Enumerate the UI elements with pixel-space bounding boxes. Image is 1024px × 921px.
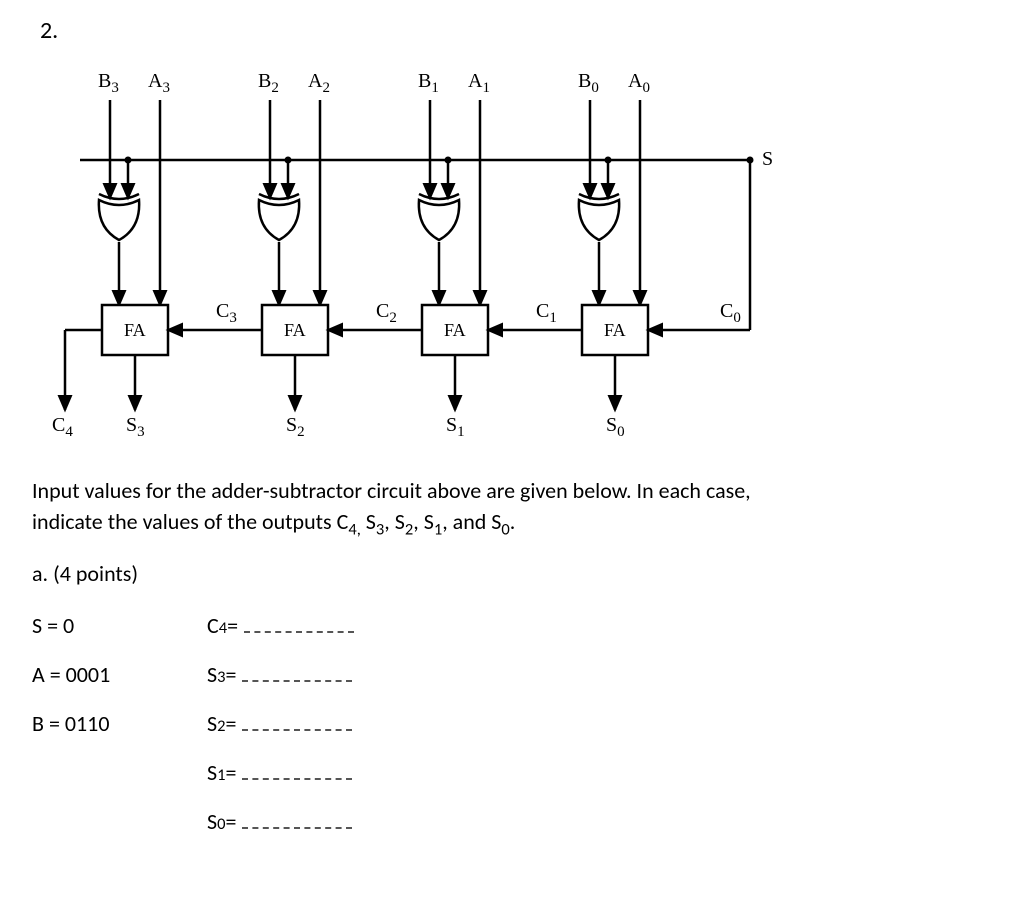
blank-c4[interactable]	[244, 617, 354, 633]
input-b: B = 0110	[32, 710, 162, 737]
fa-label-2: FA	[284, 320, 306, 341]
label-B3: B3	[98, 70, 119, 97]
label-C3: C3	[216, 300, 237, 327]
label-S1-out: S1	[446, 414, 465, 441]
part-a-heading: a. (4 points)	[32, 560, 138, 587]
label-C2: C2	[376, 300, 397, 327]
input-s: S = 0	[32, 612, 162, 639]
output-s3: S3 =	[207, 661, 354, 688]
label-A1: A1	[468, 70, 490, 97]
output-c4: C4 =	[207, 612, 354, 639]
label-A3: A3	[148, 70, 170, 97]
input-values: S = 0 A = 0001 B = 0110	[32, 612, 162, 835]
output-s1: S1 =	[207, 759, 354, 786]
output-s0: S0 =	[207, 808, 354, 835]
blank-s0[interactable]	[242, 813, 352, 829]
fa-label-0: FA	[604, 320, 626, 341]
label-S: S	[762, 148, 773, 171]
output-s2: S2 =	[207, 710, 354, 737]
instruction-text: Input values for the adder-subtractor ci…	[32, 476, 902, 541]
label-B1: B1	[418, 70, 439, 97]
label-S2-out: S2	[286, 414, 305, 441]
label-A0: A0	[628, 70, 650, 97]
fa-label-3: FA	[124, 320, 146, 341]
label-S0-out: S0	[606, 414, 625, 441]
label-A2: A2	[308, 70, 330, 97]
input-a: A = 0001	[32, 661, 162, 688]
label-C4-out: C4	[52, 414, 73, 441]
question-number: 2.	[40, 16, 58, 45]
blank-s2[interactable]	[242, 715, 352, 731]
blank-s3[interactable]	[242, 666, 352, 682]
label-C1: C1	[536, 300, 557, 327]
label-B2: B2	[258, 70, 279, 97]
output-blanks: C4 = S3 = S2 = S1 = S0 =	[207, 612, 354, 835]
label-S3-out: S3	[126, 414, 145, 441]
label-C0: C0	[720, 300, 741, 327]
blank-s1[interactable]	[242, 764, 352, 780]
label-B0: B0	[578, 70, 599, 97]
fa-label-1: FA	[444, 320, 466, 341]
circuit-diagram: B3 A3 B2 A2 B1 A1 B0 A0 S FA FA FA FA C3…	[30, 70, 800, 450]
